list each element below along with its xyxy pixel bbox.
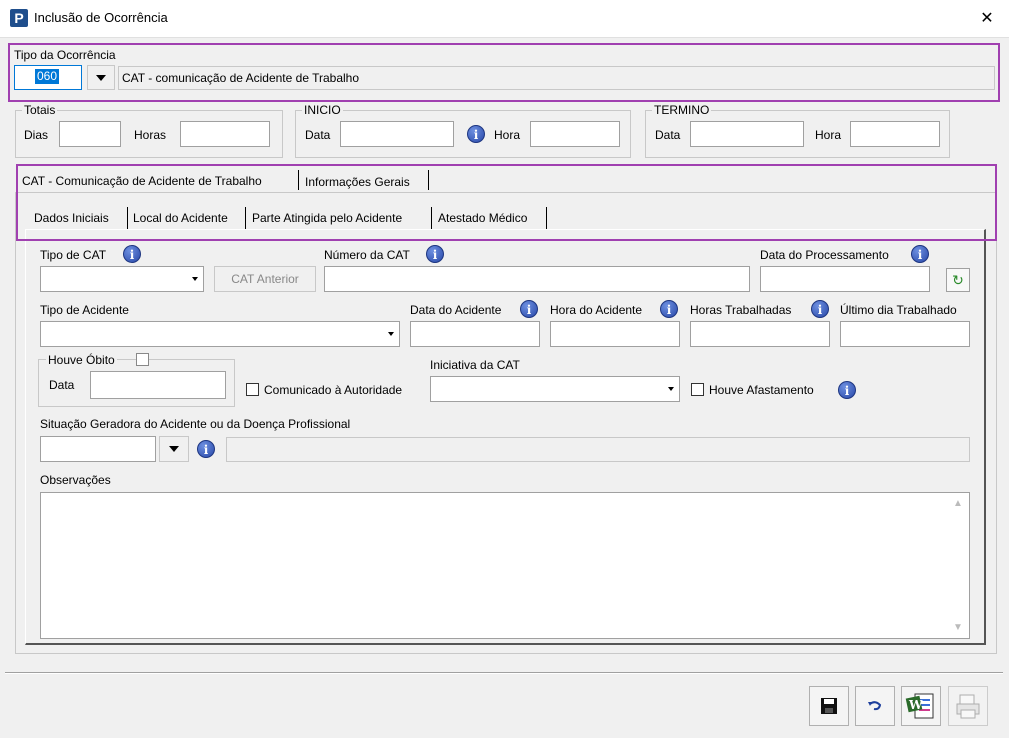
termino-hora-input[interactable] bbox=[850, 121, 940, 147]
dias-input[interactable] bbox=[59, 121, 121, 147]
observacoes-textarea[interactable] bbox=[40, 492, 970, 639]
situacao-code-input[interactable] bbox=[40, 436, 156, 462]
info-icon[interactable]: i bbox=[123, 245, 141, 263]
hora-acidente-input[interactable] bbox=[550, 321, 680, 347]
word-button[interactable]: W bbox=[901, 686, 941, 726]
tipo-cat-select[interactable] bbox=[40, 266, 204, 292]
scrollbar[interactable] bbox=[948, 493, 969, 638]
highlight-tipo bbox=[8, 43, 1000, 102]
data-acidente-input[interactable] bbox=[410, 321, 540, 347]
chevron-down-icon bbox=[384, 323, 398, 345]
situacao-description-field bbox=[226, 437, 970, 462]
ultimo-dia-input[interactable] bbox=[840, 321, 970, 347]
undo-button[interactable] bbox=[855, 686, 895, 726]
horas-trabalhadas-label: Horas Trabalhadas bbox=[690, 303, 792, 317]
tipo-acidente-select[interactable] bbox=[40, 321, 400, 347]
inicio-hora-label: Hora bbox=[494, 128, 521, 142]
termino-title: TERMINO bbox=[652, 103, 712, 117]
dias-label: Dias bbox=[24, 128, 49, 142]
numero-cat-input[interactable] bbox=[324, 266, 750, 292]
totais-title: Totais bbox=[22, 103, 58, 117]
info-icon[interactable]: i bbox=[520, 300, 538, 318]
svg-text:W: W bbox=[908, 698, 923, 712]
houve-afastamento-checkbox[interactable] bbox=[691, 383, 704, 396]
tipo-acidente-label: Tipo de Acidente bbox=[40, 303, 129, 317]
save-icon bbox=[821, 698, 837, 714]
houve-obito-label: Houve Óbito bbox=[46, 353, 117, 367]
info-icon[interactable]: i bbox=[660, 300, 678, 318]
window-title: Inclusão de Ocorrência bbox=[34, 10, 168, 25]
print-button[interactable] bbox=[948, 686, 988, 726]
save-button[interactable] bbox=[809, 686, 849, 726]
undo-icon bbox=[868, 701, 882, 711]
data-acidente-label: Data do Acidente bbox=[410, 303, 502, 317]
info-icon[interactable]: i bbox=[426, 245, 444, 263]
chevron-down-icon bbox=[664, 378, 678, 400]
horas-trabalhadas-input[interactable] bbox=[690, 321, 830, 347]
highlight-tabs bbox=[16, 164, 997, 241]
iniciativa-select[interactable] bbox=[430, 376, 680, 402]
inicio-hora-input[interactable] bbox=[530, 121, 620, 147]
tipo-cat-label: Tipo de CAT bbox=[40, 248, 107, 262]
situacao-label: Situação Geradora do Acidente ou da Doen… bbox=[40, 417, 351, 431]
horas-input[interactable] bbox=[180, 121, 270, 147]
chevron-up-icon[interactable]: ▲ bbox=[952, 498, 964, 510]
refresh-icon[interactable]: ↻ bbox=[946, 268, 970, 292]
comunicado-checkbox[interactable] bbox=[246, 383, 259, 396]
iniciativa-label: Iniciativa da CAT bbox=[430, 358, 520, 372]
app-icon: P bbox=[10, 9, 28, 27]
data-processamento-label: Data do Processamento bbox=[760, 248, 889, 262]
houve-afastamento-label: Houve Afastamento bbox=[709, 383, 814, 397]
termino-hora-label: Hora bbox=[815, 128, 842, 142]
obito-data-input[interactable] bbox=[90, 371, 226, 399]
situacao-dropdown-button[interactable] bbox=[159, 436, 189, 462]
info-icon[interactable]: i bbox=[197, 440, 215, 458]
footer-divider bbox=[5, 672, 1003, 674]
obito-data-label: Data bbox=[49, 378, 75, 392]
close-icon[interactable]: ✕ bbox=[975, 8, 999, 30]
inicio-title: INICIO bbox=[302, 103, 343, 117]
chevron-down-icon bbox=[169, 446, 179, 452]
info-icon[interactable]: i bbox=[911, 245, 929, 263]
inicio-data-input[interactable] bbox=[340, 121, 454, 147]
info-icon[interactable]: i bbox=[811, 300, 829, 318]
numero-cat-label: Número da CAT bbox=[324, 248, 410, 262]
termino-data-input[interactable] bbox=[690, 121, 804, 147]
info-icon[interactable]: i bbox=[838, 381, 856, 399]
ultimo-dia-label: Último dia Trabalhado bbox=[840, 303, 957, 317]
print-icon bbox=[956, 694, 980, 719]
houve-obito-checkbox[interactable] bbox=[136, 353, 149, 366]
cat-anterior-button[interactable]: CAT Anterior bbox=[214, 266, 316, 292]
observacoes-label: Observações bbox=[40, 473, 111, 487]
chevron-down-icon[interactable]: ▼ bbox=[952, 622, 964, 634]
info-icon[interactable]: i bbox=[467, 125, 485, 143]
inicio-data-label: Data bbox=[305, 128, 331, 142]
word-icon: W bbox=[905, 693, 934, 719]
comunicado-label: Comunicado à Autoridade bbox=[264, 383, 403, 397]
horas-label: Horas bbox=[134, 128, 167, 142]
termino-data-label: Data bbox=[655, 128, 681, 142]
data-processamento-input[interactable] bbox=[760, 266, 930, 292]
hora-acidente-label: Hora do Acidente bbox=[550, 303, 643, 317]
chevron-down-icon bbox=[188, 268, 202, 290]
